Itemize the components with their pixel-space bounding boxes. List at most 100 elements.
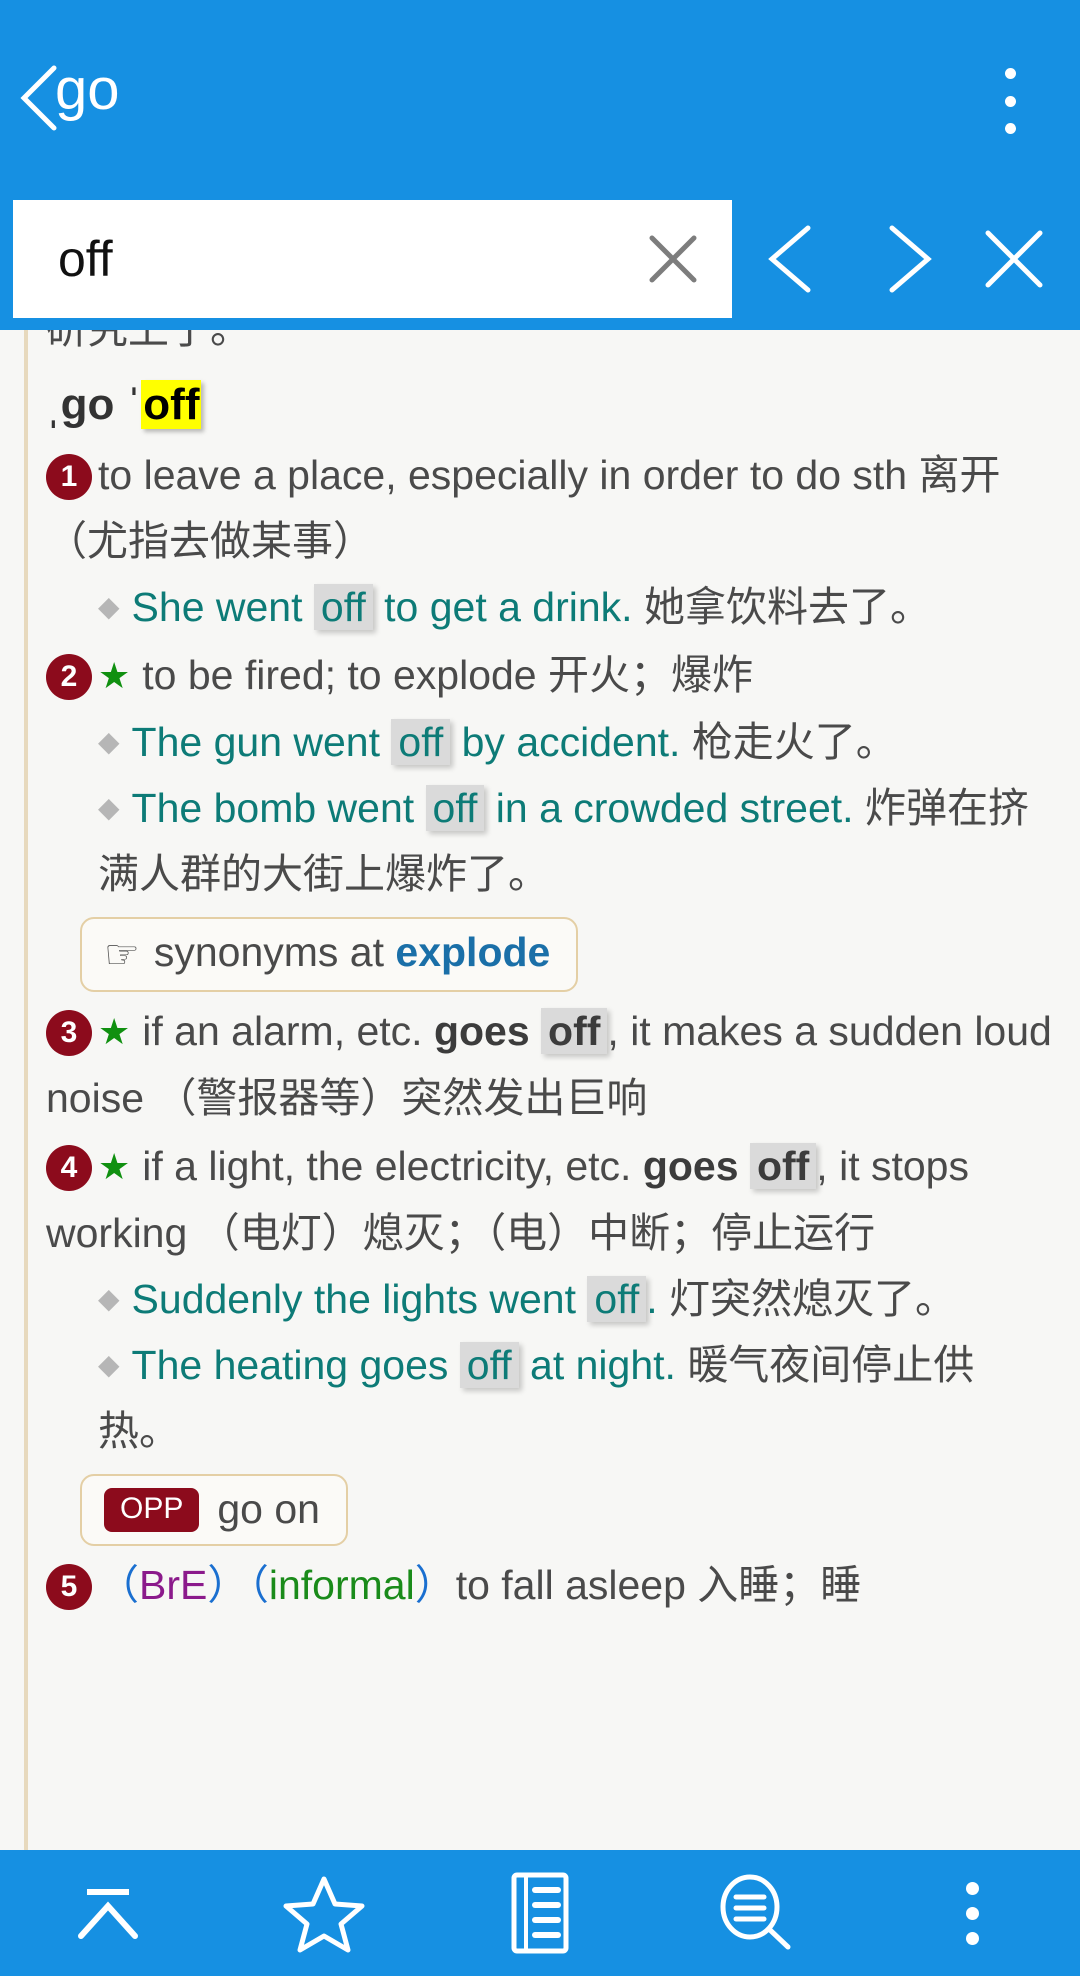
example-highlight: off [425, 785, 485, 831]
sense-definition-cn: 入睡；睡 [697, 1562, 862, 1608]
example-en-part: The gun went [131, 719, 392, 765]
example-en-part: Suddenly the lights went [131, 1276, 588, 1322]
example-cn: 枪走火了。 [691, 719, 897, 765]
sense-1: 1 to leave a place, especially in order t… [46, 442, 1052, 640]
opposite-crossref-box[interactable]: OPP go on [80, 1474, 348, 1546]
bottom-toolbar [0, 1850, 1080, 1976]
sense-number: 5 [46, 1564, 92, 1610]
sense-definition-cn: （警报器等）突然发出巨响 [155, 1075, 648, 1121]
more-vertical-icon [965, 1881, 979, 1945]
example-cn: 灯突然熄灭了。 [669, 1276, 957, 1322]
example-highlight: off [587, 1276, 647, 1322]
sense-definition-cn: （电灯）熄灭；（电）中断；停止运行 [198, 1210, 876, 1256]
close-find-bar-button[interactable] [962, 200, 1066, 318]
example-row: ◆ The gun went off by accident. 枪走火了。 [98, 709, 1052, 775]
pointing-hand-icon: ☞ [104, 933, 140, 977]
example-en-part: . [646, 1276, 670, 1322]
headword-line: ˌgo ˈoff [46, 370, 1052, 440]
page-title: go [55, 57, 120, 122]
more-vertical-icon [1004, 123, 1016, 134]
example-en-part: The heating goes [131, 1342, 460, 1388]
label-paren-close: ） [414, 1562, 456, 1608]
clear-search-button[interactable] [646, 232, 700, 286]
sense-definition-en: to fall asleep [455, 1562, 698, 1608]
label-bre: BrE [139, 1562, 208, 1608]
sense-5: 5 （BrE）（informal）to fall asleep 入睡；睡 [46, 1552, 1052, 1618]
star-icon: ★ [98, 1146, 131, 1187]
dictionary-app-screen: go off ˌgo ˈoff 1 to leave a place, espe… [0, 0, 1080, 1976]
example-highlight: off [391, 719, 451, 765]
app-bar: go [0, 0, 1080, 190]
headword-highlight: off [141, 380, 202, 429]
sense-phrase-highlight: off [749, 1143, 817, 1189]
example-en-part: by accident. [450, 719, 692, 765]
sense-definition-en: to be fired; to explode [142, 652, 548, 698]
diamond-bullet-icon: ◆ [98, 726, 120, 757]
example-cn: 她拿饮料去了。 [643, 584, 931, 630]
sense-number: 3 [46, 1010, 92, 1056]
synonyms-link[interactable]: explode [395, 929, 550, 975]
sense-phrase-bold: goes [642, 1143, 750, 1189]
sense-number: 1 [46, 454, 92, 500]
opp-link[interactable]: go on [217, 1486, 320, 1532]
sense-phrase-highlight: off [541, 1008, 608, 1054]
example-highlight: off [313, 584, 373, 630]
sense-definition-en: if an alarm, etc. [142, 1008, 434, 1054]
example-en-part: in a crowded street. [484, 785, 865, 831]
synonyms-crossref-box[interactable]: ☞ synonyms at explode [80, 917, 579, 992]
label-informal: informal [268, 1562, 415, 1608]
example-row: ◆ She went off to get a drink. 她拿饮料去了。 [98, 574, 1052, 640]
bottom-overflow-button[interactable] [864, 1850, 1080, 1976]
example-row: ◆ The bomb went off in a crowded street. … [98, 775, 1052, 907]
sense-2: 2 ★ to be fired; to explode 开火；爆炸 ◆ The gun… [46, 642, 1052, 996]
example-en-part: at night. [518, 1342, 688, 1388]
example-en-part: The bomb went [131, 785, 426, 831]
chevron-right-icon [889, 225, 932, 293]
synonyms-label: synonyms at [153, 929, 396, 975]
search-input[interactable]: off [58, 230, 113, 288]
sense-phrase-bold: goes [433, 1008, 542, 1054]
entry-body: 研究上了。 ˌgo ˈoff 1to leave a place, especi… [0, 330, 1080, 1618]
example-en-part: She went [131, 584, 314, 630]
previous-entry-tail-line: 研究上了。 [46, 330, 1052, 362]
diamond-bullet-icon: ◆ [98, 1283, 120, 1314]
search-in-page-button[interactable] [648, 1850, 864, 1976]
scroll-to-top-icon [78, 1889, 138, 1939]
find-previous-button[interactable] [740, 200, 848, 318]
more-vertical-icon [1004, 68, 1016, 79]
favorites-button[interactable] [216, 1850, 432, 1976]
more-vertical-icon [1004, 95, 1016, 107]
label-paren-open: （ [98, 1562, 139, 1608]
example-row: ◆ The heating goes off at night. 暖气夜间停止供热… [98, 1332, 1052, 1464]
chevron-left-icon [768, 225, 811, 293]
close-icon [649, 235, 697, 283]
star-icon: ★ [98, 1011, 131, 1052]
star-icon: ★ [98, 655, 131, 696]
overflow-menu-button[interactable] [980, 62, 1040, 140]
search-in-page-icon [720, 1874, 791, 1950]
example-highlight: off [459, 1342, 519, 1388]
example-en-part: to get a drink. [372, 584, 644, 630]
find-in-page-bar: off [0, 190, 1080, 330]
diamond-bullet-icon: ◆ [98, 1349, 120, 1380]
entry-list-button[interactable] [432, 1850, 648, 1976]
sense-definition-cn: 开火；爆炸 [548, 652, 753, 698]
sense-number: 4 [46, 1145, 92, 1191]
diamond-bullet-icon: ◆ [98, 792, 120, 823]
entry-content-scroll-area[interactable]: 研究上了。 ˌgo ˈoff 1to leave a place, especi… [0, 330, 1080, 1850]
label-paren-open: （ [248, 1562, 269, 1608]
scroll-to-top-button[interactable] [0, 1850, 216, 1976]
example-row: ◆ Suddenly the lights went off. 灯突然熄灭了。 [98, 1266, 1052, 1332]
star-outline-icon [283, 1876, 365, 1953]
list-document-icon [511, 1872, 569, 1954]
opp-badge: OPP [104, 1488, 200, 1532]
search-input-wrapper[interactable]: off [13, 200, 732, 318]
sense-definition-en: to leave a place, especially in order to… [98, 452, 919, 498]
sense-definition-en: if a light, the electricity, etc. [142, 1143, 643, 1189]
find-next-button[interactable] [852, 200, 960, 318]
headword-text: ˌgo ˈ [46, 380, 142, 429]
label-paren-close: ） [207, 1562, 249, 1608]
sense-3: 3 ★ if an alarm, etc. goes off, it makes a… [46, 998, 1052, 1131]
close-icon [985, 230, 1043, 288]
diamond-bullet-icon: ◆ [98, 591, 120, 622]
